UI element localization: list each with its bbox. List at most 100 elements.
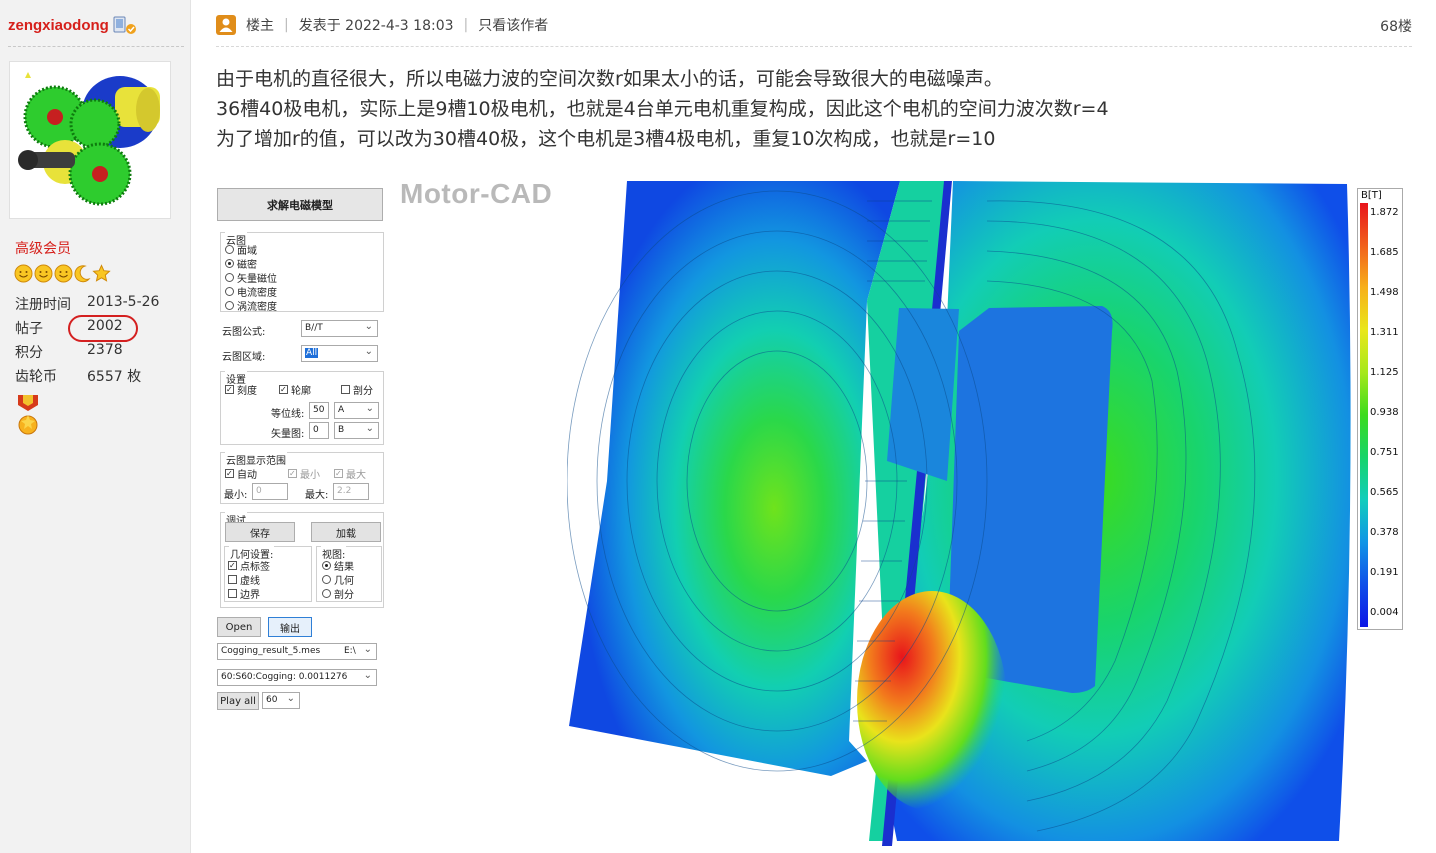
max-checkbox[interactable]: 最大	[334, 466, 366, 481]
post-time: 发表于 2022-4-3 18:03	[298, 18, 454, 34]
view-group: 视图: 结果 几何 剖分	[316, 546, 382, 602]
geometry-group: 几何设置: 点标签 虚线 边界	[224, 546, 312, 602]
posts-highlight-circle	[68, 315, 138, 342]
save-button[interactable]: 保存	[225, 522, 295, 542]
louzhu-icon	[216, 15, 236, 35]
sidebar-divider	[8, 46, 184, 47]
view-geometry-radio[interactable]: 几何	[322, 572, 354, 587]
radio-icon	[225, 301, 234, 310]
geom-boundary-checkbox[interactable]: 边界	[228, 586, 260, 601]
solve-button[interactable]: 求解电磁模型	[217, 188, 383, 221]
legend-tick: 1.872	[1370, 207, 1399, 218]
view-result-radio[interactable]: 结果	[322, 558, 354, 573]
radio-icon	[225, 273, 234, 282]
legend-tick: 1.685	[1370, 247, 1399, 258]
cloud-option-vector-potential[interactable]: 矢量磁位	[225, 270, 277, 285]
equipotential-select[interactable]: A	[334, 402, 379, 419]
checkbox-checked-icon	[334, 469, 343, 478]
sun-level-icon	[54, 264, 73, 283]
stat-points: 积分 2378	[15, 342, 123, 361]
moon-level-icon	[74, 265, 91, 283]
legend-tick: 0.751	[1370, 447, 1399, 458]
cloud-option-flux[interactable]: 磁密	[225, 256, 257, 271]
post-line: 36槽40极电机，实际上是9槽10极电机，也就是4台单元电机重复构成，因此这个电…	[216, 98, 1109, 120]
user-rank: 高级会员	[15, 241, 71, 257]
play-all-button[interactable]: Play all	[217, 692, 259, 710]
open-button[interactable]: Open	[217, 617, 261, 637]
vector-label: 矢量图:	[271, 429, 305, 440]
cloud-option-area[interactable]: 面域	[225, 242, 257, 257]
min-label: 最小:	[224, 490, 248, 501]
vector-select[interactable]: B	[334, 422, 379, 439]
radio-icon	[225, 245, 234, 254]
checkbox-icon	[228, 575, 237, 584]
level-icons	[14, 264, 111, 283]
sun-level-icon	[34, 264, 53, 283]
range-title: 云图显示范围	[225, 452, 287, 467]
header-separator: |	[463, 17, 469, 33]
contour-checkbox[interactable]: 轮廓	[279, 382, 311, 397]
max-label: 最大:	[305, 490, 329, 501]
motorcad-control-panel: 求解电磁模型 云图 面域 磁密 矢量磁位 电流密度 涡流密度 云图公式: B//…	[217, 178, 387, 718]
radio-selected-icon	[322, 561, 331, 570]
author-sidebar: zengxiaodong 高级会员 注册时间 2013-5-26 帖子 2002…	[0, 0, 191, 853]
formula-label: 云图公式:	[222, 327, 266, 338]
legend-tick: 0.378	[1370, 527, 1399, 538]
legend-tick: 1.498	[1370, 287, 1399, 298]
range-group: 云图显示范围 自动 最小 最大 最小: 0 最大: 2.2	[220, 452, 384, 504]
username-link[interactable]: zengxiaodong	[8, 17, 109, 34]
gear-avatar-image	[10, 62, 170, 218]
geom-point-label-checkbox[interactable]: 点标签	[228, 558, 270, 573]
result-select[interactable]: 60:S60:Cogging: 0.0011276	[217, 669, 377, 686]
play-step-select[interactable]: 60	[262, 692, 300, 709]
export-button[interactable]: 输出	[268, 617, 312, 637]
max-input[interactable]: 2.2	[333, 483, 369, 500]
checkbox-checked-icon	[228, 561, 237, 570]
cloud-group: 云图 面域 磁密 矢量磁位 电流密度 涡流密度	[220, 232, 384, 313]
checkbox-icon	[341, 385, 350, 394]
radio-icon	[225, 287, 234, 296]
post-image[interactable]: 求解电磁模型 云图 面域 磁密 矢量磁位 电流密度 涡流密度 云图公式: B//…	[217, 178, 1422, 848]
author-tag: 楼主	[246, 18, 274, 34]
post-header: 楼主 | 发表于 2022-4-3 18:03 | 只看该作者	[216, 14, 548, 36]
file-select[interactable]: Cogging_result_5.mes E:\	[217, 643, 377, 660]
vector-input[interactable]: 0	[309, 422, 329, 439]
medal-icon[interactable]	[15, 393, 41, 439]
cloud-option-current-density[interactable]: 电流密度	[225, 284, 277, 299]
auto-checkbox[interactable]: 自动	[225, 466, 257, 481]
checkbox-checked-icon	[288, 469, 297, 478]
floor-number[interactable]: 68楼	[1380, 16, 1412, 36]
section-checkbox[interactable]: 剖分	[341, 382, 373, 397]
header-separator: |	[284, 17, 289, 33]
min-checkbox[interactable]: 最小	[288, 466, 320, 481]
header-divider	[216, 46, 1412, 47]
cloud-option-eddy-density[interactable]: 涡流密度	[225, 298, 277, 313]
flux-legend: B[T] 1.872 1.685 1.498 1.311 1.125 0.938…	[1357, 188, 1403, 630]
scale-checkbox[interactable]: 刻度	[225, 382, 257, 397]
username-row: zengxiaodong	[8, 14, 138, 36]
mobile-online-icon	[112, 14, 138, 36]
legend-tick: 0.004	[1370, 607, 1399, 618]
stat-gear-coins: 齿轮币 6557 枚	[15, 369, 142, 385]
equipotential-input[interactable]: 50	[309, 402, 329, 419]
load-button[interactable]: 加载	[311, 522, 381, 542]
flux-density-plot	[567, 181, 1351, 846]
region-select[interactable]: All	[301, 345, 378, 362]
post-line: 为了增加r的值，可以改为30槽40极，这个电机是3槽4极电机，重复10次构成，也…	[216, 128, 996, 150]
radio-selected-icon	[225, 259, 234, 268]
legend-tick: 1.311	[1370, 327, 1399, 338]
checkbox-checked-icon	[225, 385, 234, 394]
formula-select[interactable]: B//T	[301, 320, 378, 337]
legend-tick: 0.565	[1370, 487, 1399, 498]
avatar[interactable]	[9, 61, 171, 219]
view-mesh-radio[interactable]: 剖分	[322, 586, 354, 601]
legend-tick: 0.191	[1370, 567, 1399, 578]
geom-dashed-checkbox[interactable]: 虚线	[228, 572, 260, 587]
checkbox-checked-icon	[225, 469, 234, 478]
radio-icon	[322, 575, 331, 584]
only-author-link[interactable]: 只看该作者	[478, 15, 548, 35]
star-level-icon	[92, 264, 111, 282]
legend-ticks: 1.872 1.685 1.498 1.311 1.125 0.938 0.75…	[1370, 203, 1402, 627]
post-body: 由于电机的直径很大，所以电磁力波的空间次数r如果太小的话，可能会导致很大的电磁噪…	[216, 64, 1109, 154]
min-input[interactable]: 0	[252, 483, 288, 500]
